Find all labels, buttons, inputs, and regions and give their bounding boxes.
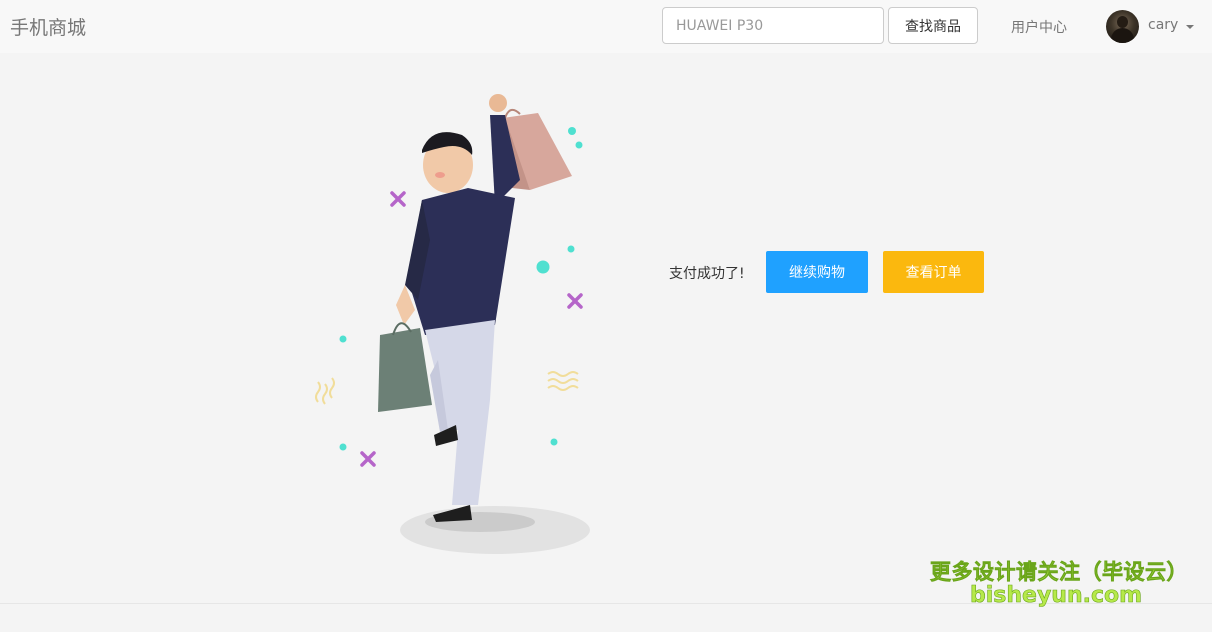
navbar: 手机商城 查找商品 用户中心 cary	[0, 0, 1212, 53]
avatar-head-shape	[1117, 16, 1128, 28]
watermark-url: bisheyun.com	[970, 583, 1143, 609]
username-dropdown[interactable]: cary	[1148, 17, 1178, 33]
search-button[interactable]: 查找商品	[888, 7, 978, 44]
user-center-link[interactable]: 用户中心	[1011, 17, 1067, 37]
shopping-man-illustration	[315, 94, 590, 554]
watermark-text: 更多设计请关注（毕设云）	[930, 560, 1188, 585]
brand-logo[interactable]: 手机商城	[10, 13, 86, 40]
continue-shopping-button[interactable]: 继续购物	[766, 251, 868, 293]
view-orders-button[interactable]: 查看订单	[883, 251, 984, 293]
avatar-shoulders-shape	[1111, 28, 1134, 43]
payment-success-message: 支付成功了!	[669, 266, 745, 282]
avatar[interactable]	[1106, 10, 1139, 43]
chevron-down-icon[interactable]	[1186, 25, 1194, 29]
search-input[interactable]	[662, 7, 884, 44]
